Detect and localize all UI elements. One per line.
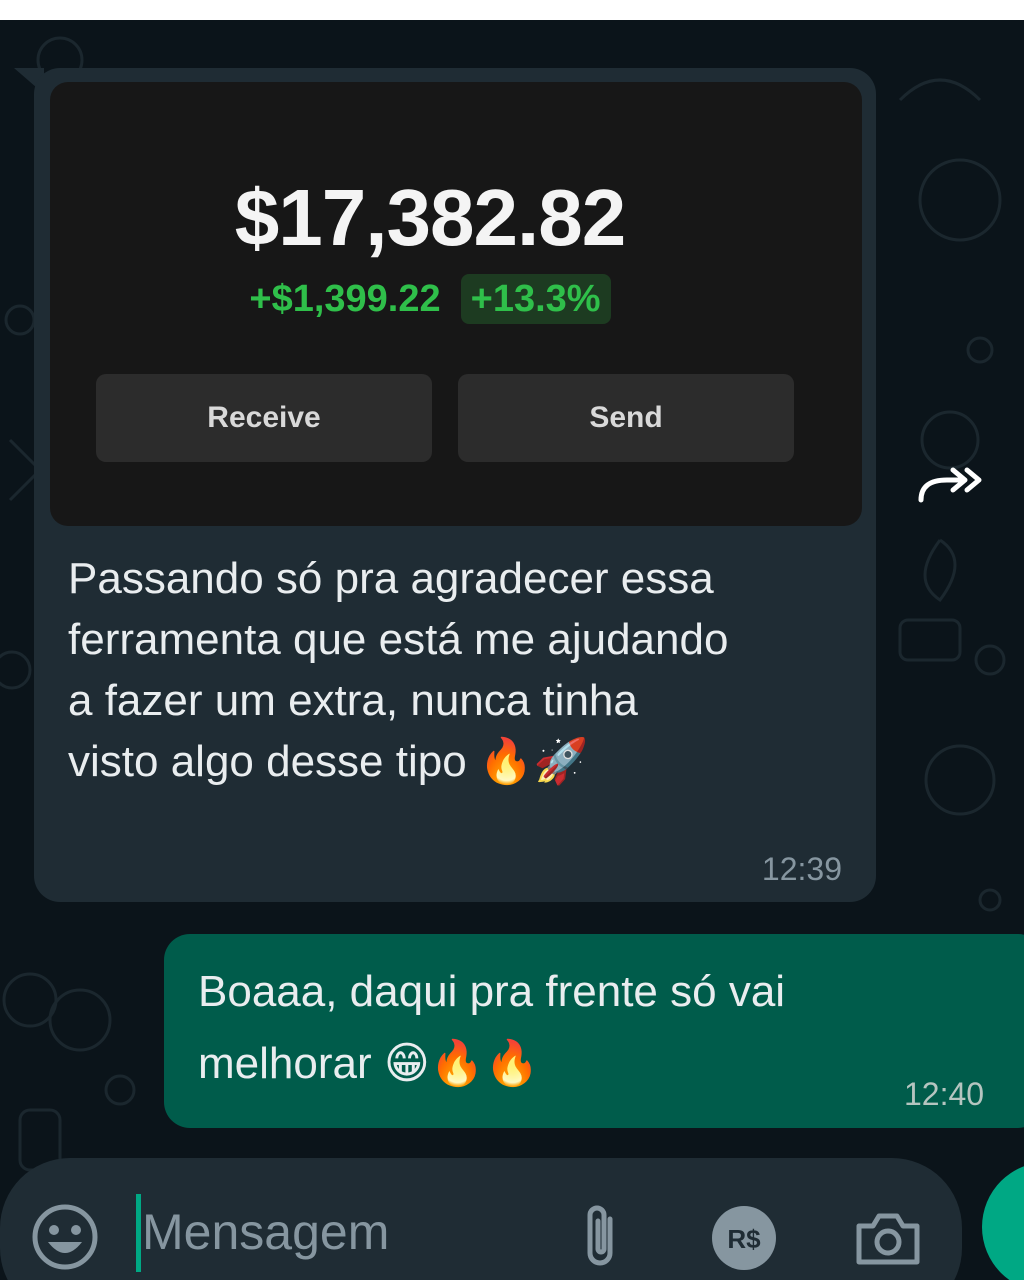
wallet-screenshot-image[interactable]: $17,382.82 +$1,399.22 +13.3% Receive Sen… — [50, 82, 862, 526]
incoming-text-line: Passando só pra agradecer essa — [68, 554, 714, 603]
incoming-timestamp: 12:39 — [761, 851, 842, 887]
text-caret — [136, 1194, 141, 1272]
wallet-change-row: +$1,399.22 +13.3% — [50, 274, 810, 324]
emoji-button[interactable] — [30, 1202, 100, 1272]
incoming-text-line: ferramenta que está me ajudando — [68, 615, 729, 664]
emoji-icon — [32, 1204, 98, 1270]
payment-icon: R$ — [712, 1206, 776, 1270]
svg-text:R$: R$ — [727, 1224, 761, 1254]
incoming-text-line: visto algo desse tipo 🔥🚀 — [68, 737, 589, 786]
forward-icon — [918, 467, 982, 503]
wallet-change-percent: +13.3% — [460, 274, 611, 324]
outgoing-text-line: Boaaa, daqui pra frente só vai — [198, 967, 786, 1016]
forward-button[interactable] — [900, 446, 1004, 522]
wallet-send-button: Send — [458, 374, 794, 462]
message-input[interactable]: Mensagem — [142, 1200, 389, 1264]
wallet-change-amount: +$1,399.22 — [249, 278, 441, 320]
outgoing-text-line: melhorar 😁🔥🔥 — [198, 1039, 540, 1088]
chat-background: $17,382.82 +$1,399.22 +13.3% Receive Sen… — [0, 20, 1024, 1280]
outgoing-message-text: Boaaa, daqui pra frente só vai melhorar … — [198, 956, 998, 1100]
incoming-message-text: Passando só pra agradecer essa ferrament… — [68, 548, 858, 792]
incoming-message[interactable]: $17,382.82 +$1,399.22 +13.3% Receive Sen… — [34, 68, 876, 902]
outgoing-timestamp: 12:40 — [904, 1076, 985, 1112]
attach-button[interactable] — [570, 1198, 630, 1278]
incoming-text-line: a fazer um extra, nunca tinha — [68, 676, 638, 725]
outgoing-message[interactable]: Boaaa, daqui pra frente só vai melhorar … — [164, 934, 1024, 1128]
payment-button[interactable]: R$ — [704, 1198, 784, 1278]
wallet-receive-button: Receive — [96, 374, 432, 462]
camera-button[interactable] — [848, 1198, 928, 1278]
message-composer: Mensagem R$ — [0, 1158, 962, 1280]
wallet-balance: $17,382.82 — [234, 173, 626, 262]
camera-icon — [856, 1213, 920, 1265]
top-strip — [0, 0, 1024, 20]
paperclip-icon — [587, 1205, 613, 1266]
